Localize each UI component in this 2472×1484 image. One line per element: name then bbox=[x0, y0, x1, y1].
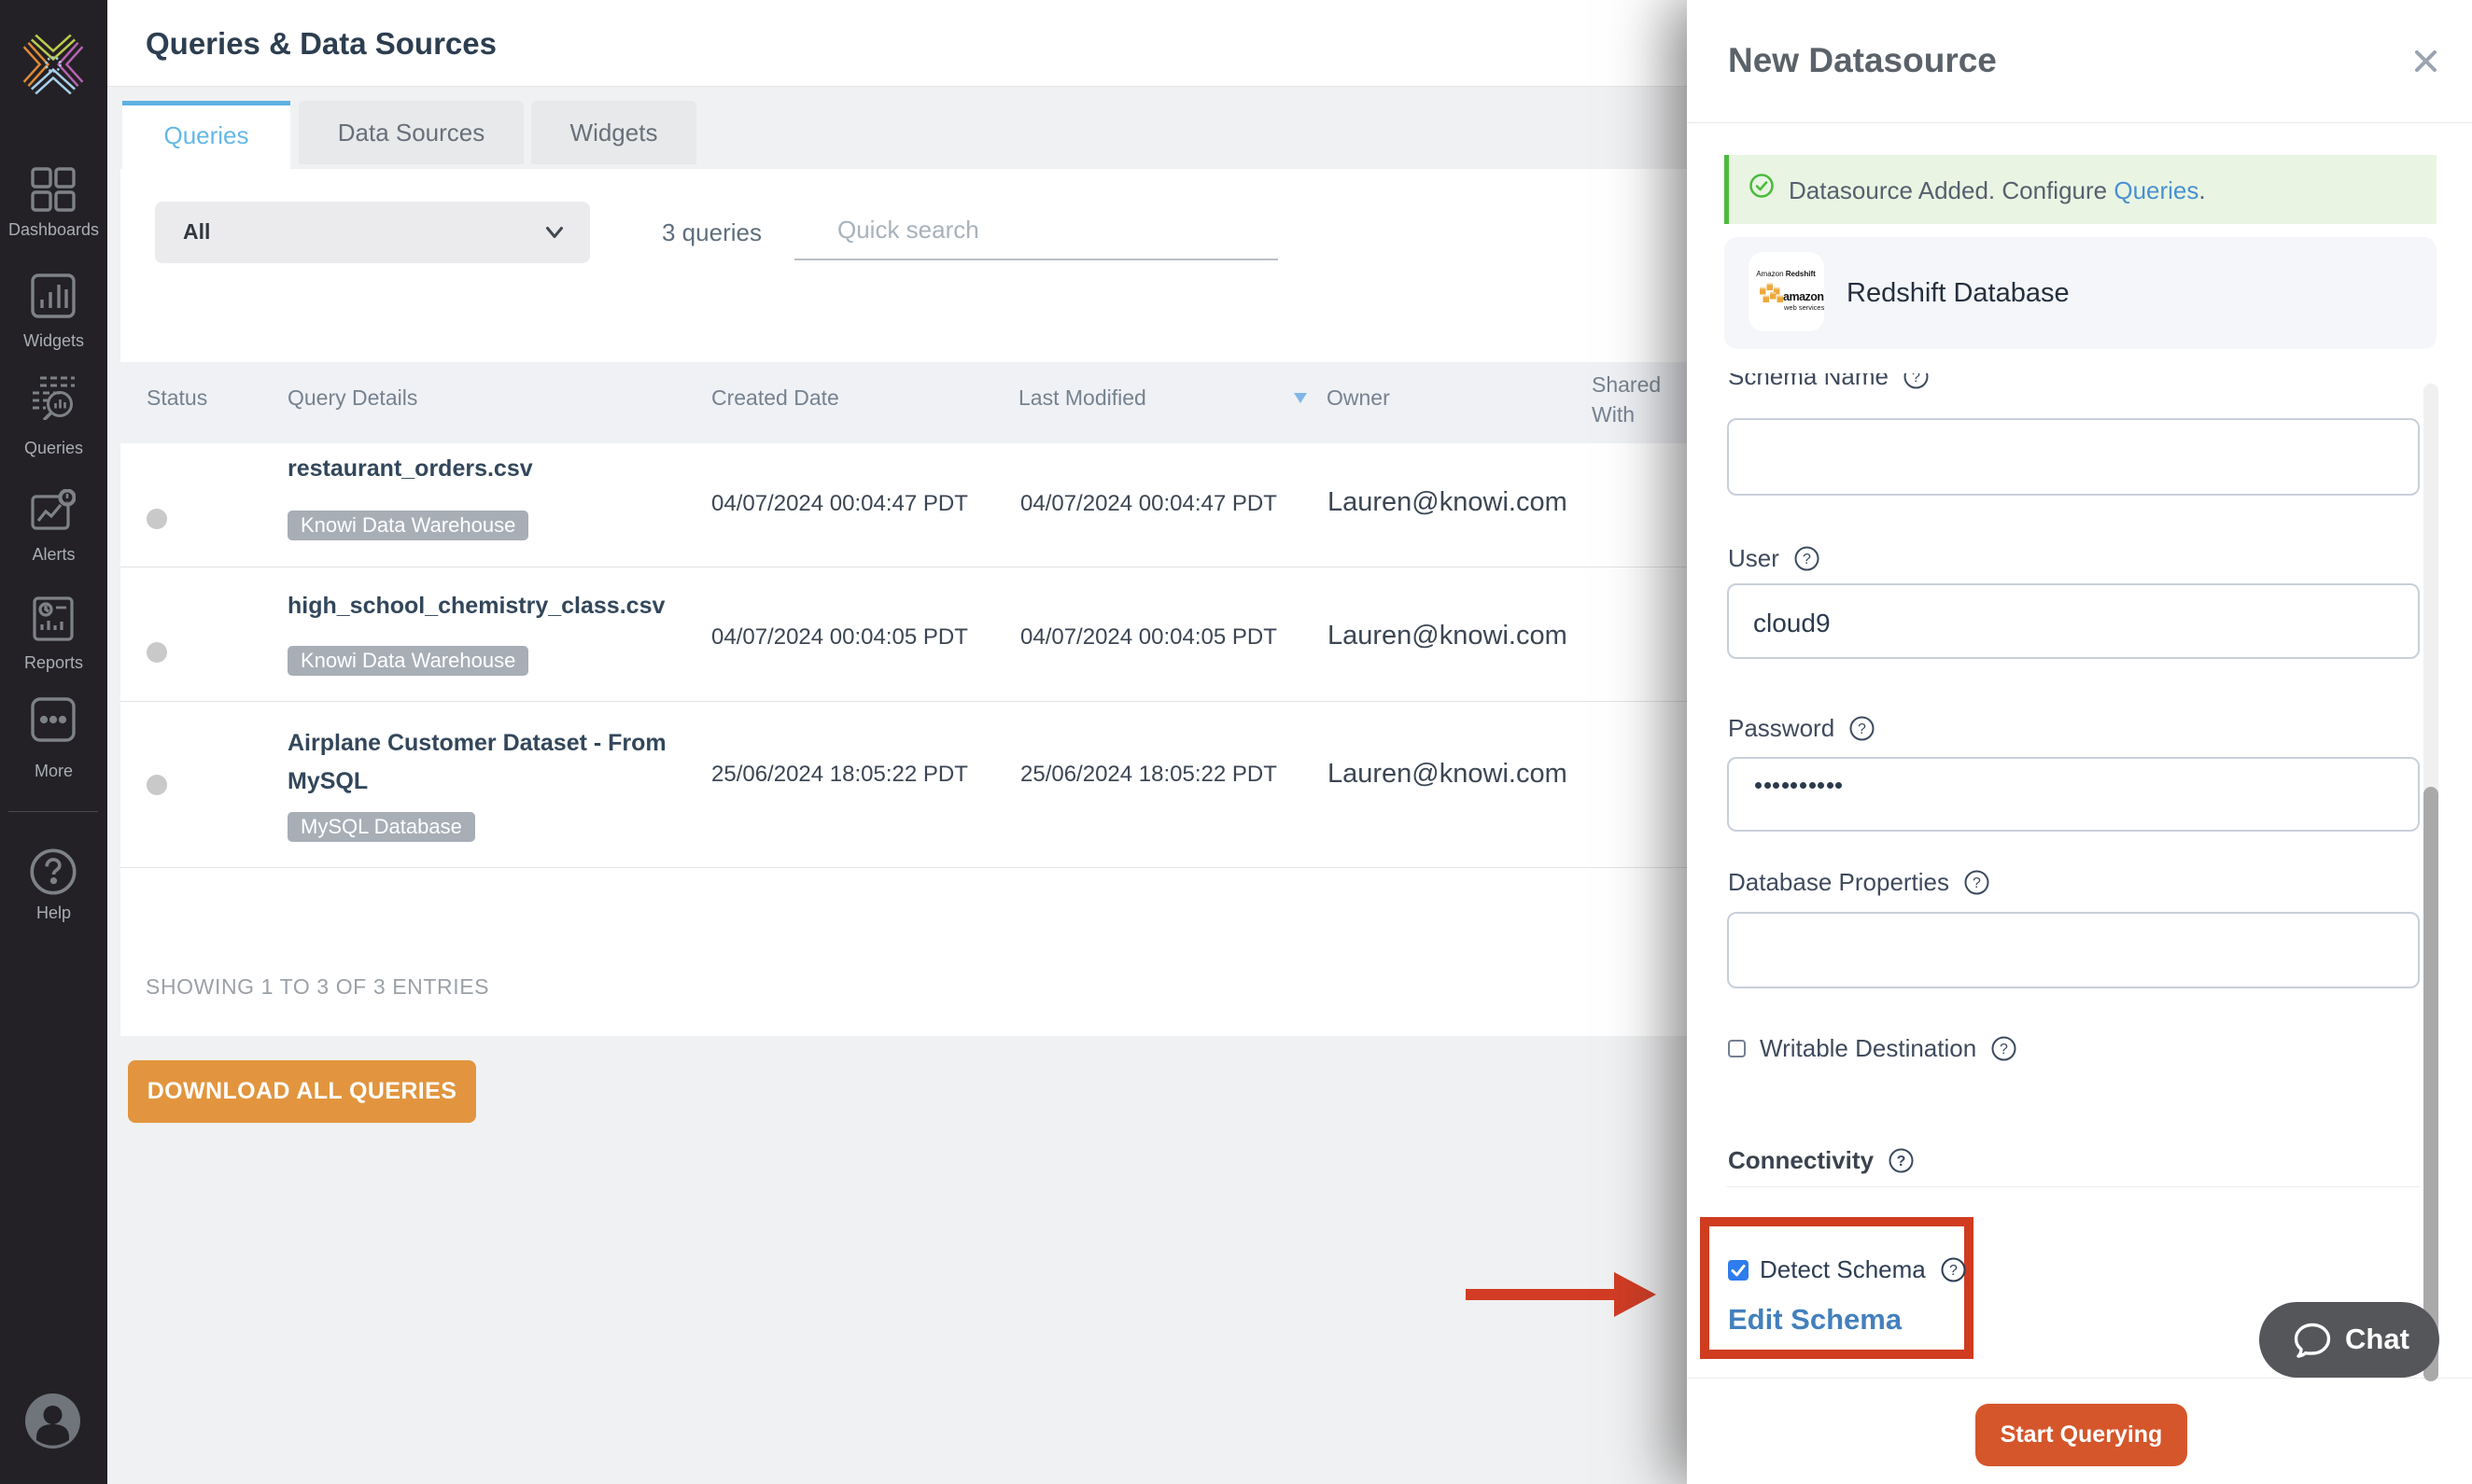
svg-text:amazon: amazon bbox=[1783, 290, 1824, 303]
svg-text:web services: web services bbox=[1783, 303, 1824, 312]
svg-text:?: ? bbox=[1973, 875, 1981, 891]
svg-text:?: ? bbox=[1897, 1154, 1906, 1169]
svg-text:?: ? bbox=[2000, 1042, 2008, 1057]
svg-text:?: ? bbox=[1858, 721, 1866, 737]
svg-text:Amazon Redshift: Amazon Redshift bbox=[1756, 270, 1816, 278]
svg-text:?: ? bbox=[1912, 373, 1920, 385]
svg-text:?: ? bbox=[1949, 1263, 1958, 1279]
svg-text:?: ? bbox=[1803, 552, 1811, 567]
